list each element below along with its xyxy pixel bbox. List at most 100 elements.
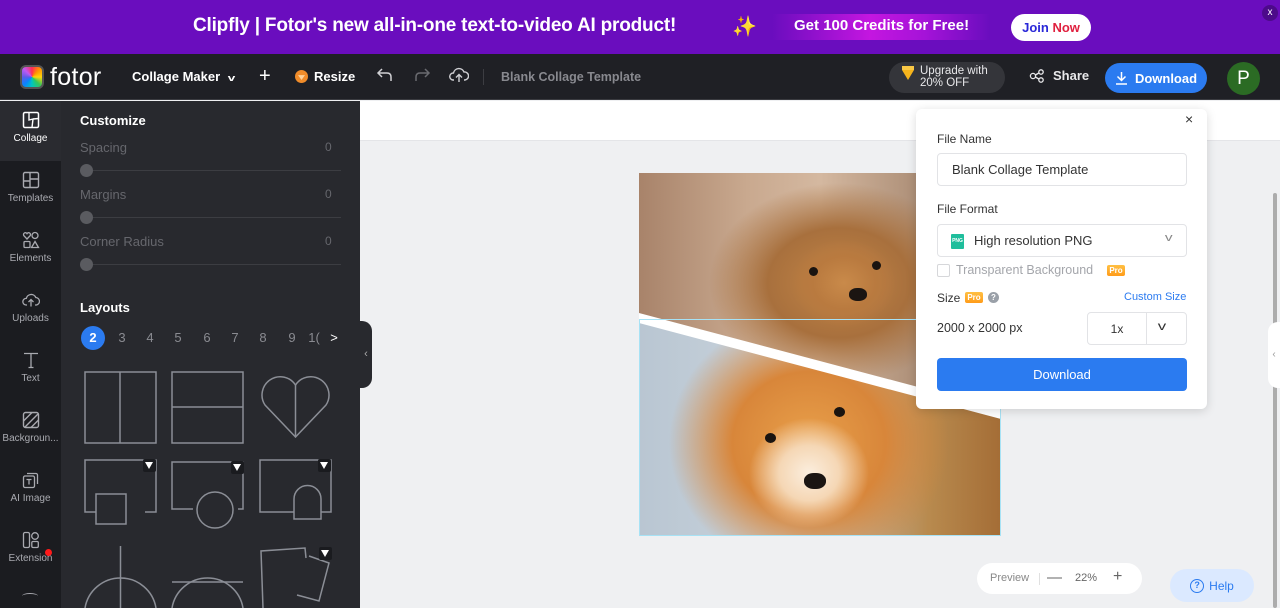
layout-count-8[interactable]: 8 bbox=[251, 326, 275, 350]
close-banner-button[interactable]: x bbox=[1262, 5, 1278, 21]
chevron-down-icon: v bbox=[1157, 319, 1167, 333]
collage-maker-dropdown[interactable]: Collage Maker v bbox=[132, 69, 236, 84]
layout-circle-horizontal-split[interactable] bbox=[171, 545, 244, 608]
zoom-out-button[interactable]: — bbox=[1047, 569, 1062, 586]
fotor-logo[interactable]: fotor bbox=[20, 65, 102, 90]
layouts-title: Layouts bbox=[80, 300, 130, 315]
size-label: Size bbox=[937, 291, 961, 305]
extension-icon bbox=[22, 531, 39, 549]
download-icon bbox=[1115, 72, 1127, 85]
layout-frame-with-square[interactable] bbox=[84, 459, 157, 526]
file-format-select[interactable]: PNG High resolution PNG v bbox=[937, 224, 1187, 257]
download-button[interactable]: Download bbox=[1105, 63, 1207, 93]
layout-frame-with-arch[interactable] bbox=[259, 459, 332, 521]
sidebar-nav: Collage Templates Elements Uploads Text … bbox=[0, 101, 61, 608]
photo-detail bbox=[765, 433, 776, 443]
download-confirm-button[interactable]: Download bbox=[937, 358, 1187, 391]
layout-count-5[interactable]: 5 bbox=[166, 326, 190, 350]
help-label: Help bbox=[1209, 578, 1234, 593]
layout-count-7[interactable]: 7 bbox=[223, 326, 247, 350]
cloud-upload-icon[interactable] bbox=[449, 67, 470, 88]
upgrade-button[interactable]: Upgrade with 20% OFF bbox=[889, 62, 1005, 93]
spacing-label: Spacing bbox=[80, 140, 127, 155]
close-icon[interactable]: × bbox=[1185, 111, 1193, 127]
spacing-slider-track[interactable] bbox=[80, 170, 341, 171]
undo-icon[interactable] bbox=[376, 67, 394, 88]
premium-diamond-icon bbox=[318, 459, 331, 472]
mode-label: Collage Maker bbox=[132, 69, 221, 84]
photo-detail bbox=[849, 288, 867, 301]
file-format-label: File Format bbox=[937, 202, 998, 216]
fotor-logo-icon bbox=[20, 65, 44, 89]
transparent-background-checkbox[interactable] bbox=[937, 264, 950, 277]
toolbar-divider bbox=[483, 69, 484, 85]
layout-count-9[interactable]: 9 bbox=[280, 326, 304, 350]
layout-count-3[interactable]: 3 bbox=[110, 326, 134, 350]
sparkle-icon: ✨ bbox=[732, 16, 757, 38]
sidebar-label: Text bbox=[21, 373, 40, 384]
corner-radius-slider-handle[interactable] bbox=[80, 258, 93, 271]
scale-select[interactable]: 1x v bbox=[1087, 312, 1187, 345]
sidebar-label: AI Image bbox=[10, 493, 51, 504]
chevron-down-icon: v bbox=[227, 73, 236, 83]
upgrade-line2: 20% OFF bbox=[920, 77, 970, 89]
collapse-panel-button[interactable]: ‹ bbox=[360, 321, 372, 388]
sidebar-item-elements[interactable]: Elements bbox=[0, 221, 61, 281]
file-format-value: High resolution PNG bbox=[974, 233, 1093, 248]
photo-detail bbox=[804, 473, 826, 489]
layout-frame-with-circle[interactable] bbox=[171, 461, 244, 530]
vertical-scrollbar[interactable] bbox=[1273, 193, 1277, 608]
share-label: Share bbox=[1053, 68, 1090, 83]
margins-slider-handle[interactable] bbox=[80, 211, 93, 224]
pro-badge: Pro bbox=[1107, 265, 1125, 276]
margins-slider-track[interactable] bbox=[80, 217, 341, 218]
corner-radius-slider-track[interactable] bbox=[80, 264, 341, 265]
layout-count-4[interactable]: 4 bbox=[138, 326, 162, 350]
layout-count-10[interactable]: 1( bbox=[306, 326, 322, 350]
expand-right-panel-button[interactable]: ‹ bbox=[1268, 322, 1280, 388]
zoom-in-button[interactable]: + bbox=[1113, 568, 1122, 586]
join-now-button[interactable]: Join Now bbox=[1011, 14, 1091, 41]
zoom-level: 22% bbox=[1075, 572, 1098, 584]
sidebar-item-extension[interactable]: Extension bbox=[0, 521, 61, 581]
notification-dot bbox=[45, 549, 52, 556]
photo-detail bbox=[834, 407, 845, 417]
sidebar-item-uploads[interactable]: Uploads bbox=[0, 281, 61, 341]
zoom-controls: Preview — 22% + bbox=[977, 563, 1142, 594]
preview-button[interactable]: Preview bbox=[990, 572, 1029, 584]
resize-icon bbox=[295, 70, 308, 83]
question-icon: ? bbox=[1190, 578, 1205, 593]
custom-size-link[interactable]: Custom Size bbox=[1124, 291, 1186, 303]
size-value: 2000 x 2000 px bbox=[937, 321, 1023, 335]
more-icon[interactable] bbox=[22, 593, 38, 599]
layout-count-6[interactable]: 6 bbox=[195, 326, 219, 350]
sidebar-item-background[interactable]: Backgroun... bbox=[0, 401, 61, 461]
sidebar-label: Uploads bbox=[12, 313, 49, 324]
share-button[interactable]: Share bbox=[1029, 68, 1089, 83]
resize-button[interactable]: Resize bbox=[295, 69, 355, 84]
layout-two-vertical[interactable] bbox=[84, 371, 157, 444]
sidebar-item-ai-image[interactable]: AI Image bbox=[0, 461, 61, 521]
sidebar-item-templates[interactable]: Templates bbox=[0, 161, 61, 221]
background-icon bbox=[22, 411, 39, 429]
layout-count-2[interactable]: 2 bbox=[81, 326, 105, 350]
sidebar-item-collage[interactable]: Collage bbox=[0, 101, 61, 161]
document-title[interactable]: Blank Collage Template bbox=[501, 70, 641, 84]
layout-two-horizontal[interactable] bbox=[171, 371, 244, 444]
layout-tilted-frames[interactable] bbox=[259, 545, 332, 608]
help-icon[interactable]: ? bbox=[988, 292, 999, 303]
spacing-slider-handle[interactable] bbox=[80, 164, 93, 177]
corner-radius-value: 0 bbox=[325, 234, 332, 248]
sidebar-label: Templates bbox=[7, 193, 54, 204]
file-name-input[interactable] bbox=[937, 153, 1187, 186]
add-button[interactable]: + bbox=[259, 65, 271, 88]
layout-circle-vertical-split[interactable] bbox=[84, 545, 157, 608]
help-button[interactable]: ? Help bbox=[1170, 569, 1254, 602]
layout-counts-next-arrow[interactable]: > bbox=[324, 326, 344, 350]
credits-offer[interactable]: Get 100 Credits for Free! bbox=[772, 14, 990, 40]
sidebar-item-text[interactable]: Text bbox=[0, 341, 61, 401]
margins-label: Margins bbox=[80, 187, 127, 202]
user-avatar[interactable]: P bbox=[1227, 62, 1260, 95]
redo-icon[interactable] bbox=[413, 67, 431, 88]
layout-heart-split[interactable] bbox=[259, 375, 332, 439]
